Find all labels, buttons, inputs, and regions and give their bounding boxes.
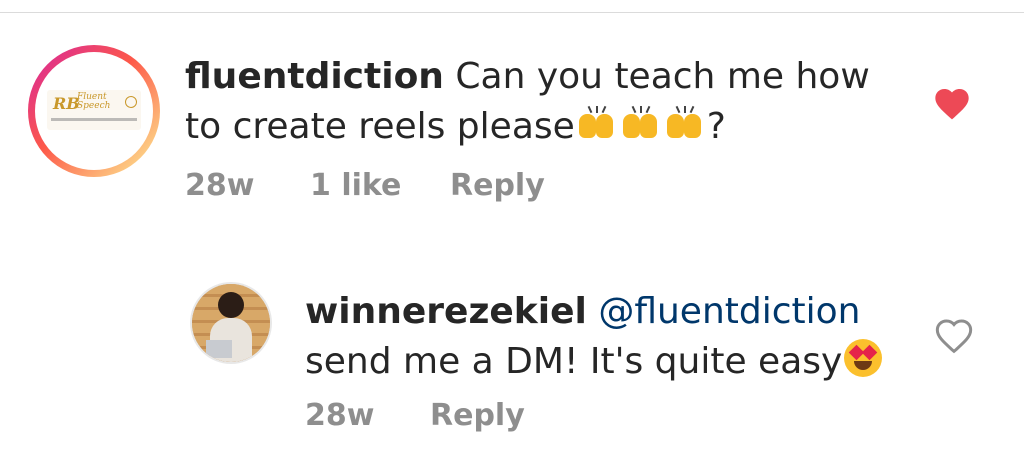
comment-timestamp: 28w xyxy=(305,398,375,433)
logo-mark: RB xyxy=(53,94,80,113)
logo-word-2: Speech xyxy=(77,101,111,111)
avatar[interactable]: RB Fluent Speech xyxy=(35,52,153,170)
avatar-border[interactable] xyxy=(190,282,272,364)
raising-hands-emoji xyxy=(619,105,663,142)
comment-body: send me a DM! It's quite easy xyxy=(305,341,843,382)
comment-text: fluentdiction Can you teach me how to cr… xyxy=(185,52,905,152)
raising-hands-emoji xyxy=(663,105,707,142)
comment-reply-item: winnerezekiel @fluentdiction send me a D… xyxy=(0,240,1024,472)
comment-username[interactable]: fluentdiction xyxy=(185,56,444,97)
logo-tagline xyxy=(51,118,137,121)
laptop-icon xyxy=(206,340,232,358)
avatar-story-ring[interactable]: RB Fluent Speech xyxy=(28,45,160,177)
heart-outline-icon[interactable] xyxy=(934,316,974,356)
heart-eyes-emoji xyxy=(842,337,884,379)
avatar[interactable] xyxy=(192,284,270,362)
logo-word: Fluent Speech xyxy=(77,93,110,111)
comment-timestamp: 28w xyxy=(185,168,255,203)
reply-button[interactable]: Reply xyxy=(430,398,525,433)
comment-like-count[interactable]: 1 like xyxy=(310,168,401,203)
comment-username[interactable]: winnerezekiel xyxy=(305,291,587,332)
brand-logo: RB Fluent Speech xyxy=(47,90,141,130)
comment-text: winnerezekiel @fluentdiction send me a D… xyxy=(305,287,905,387)
comment-body-end: ? xyxy=(706,106,726,147)
comment-mention[interactable]: @fluentdiction xyxy=(598,291,860,332)
raising-hands-emoji xyxy=(575,105,619,142)
heart-filled-icon[interactable] xyxy=(932,84,972,124)
comment-item: RB Fluent Speech fluentdiction Can you t… xyxy=(0,0,1024,240)
speech-bubble-icon xyxy=(125,96,137,108)
reply-button[interactable]: Reply xyxy=(450,168,545,203)
